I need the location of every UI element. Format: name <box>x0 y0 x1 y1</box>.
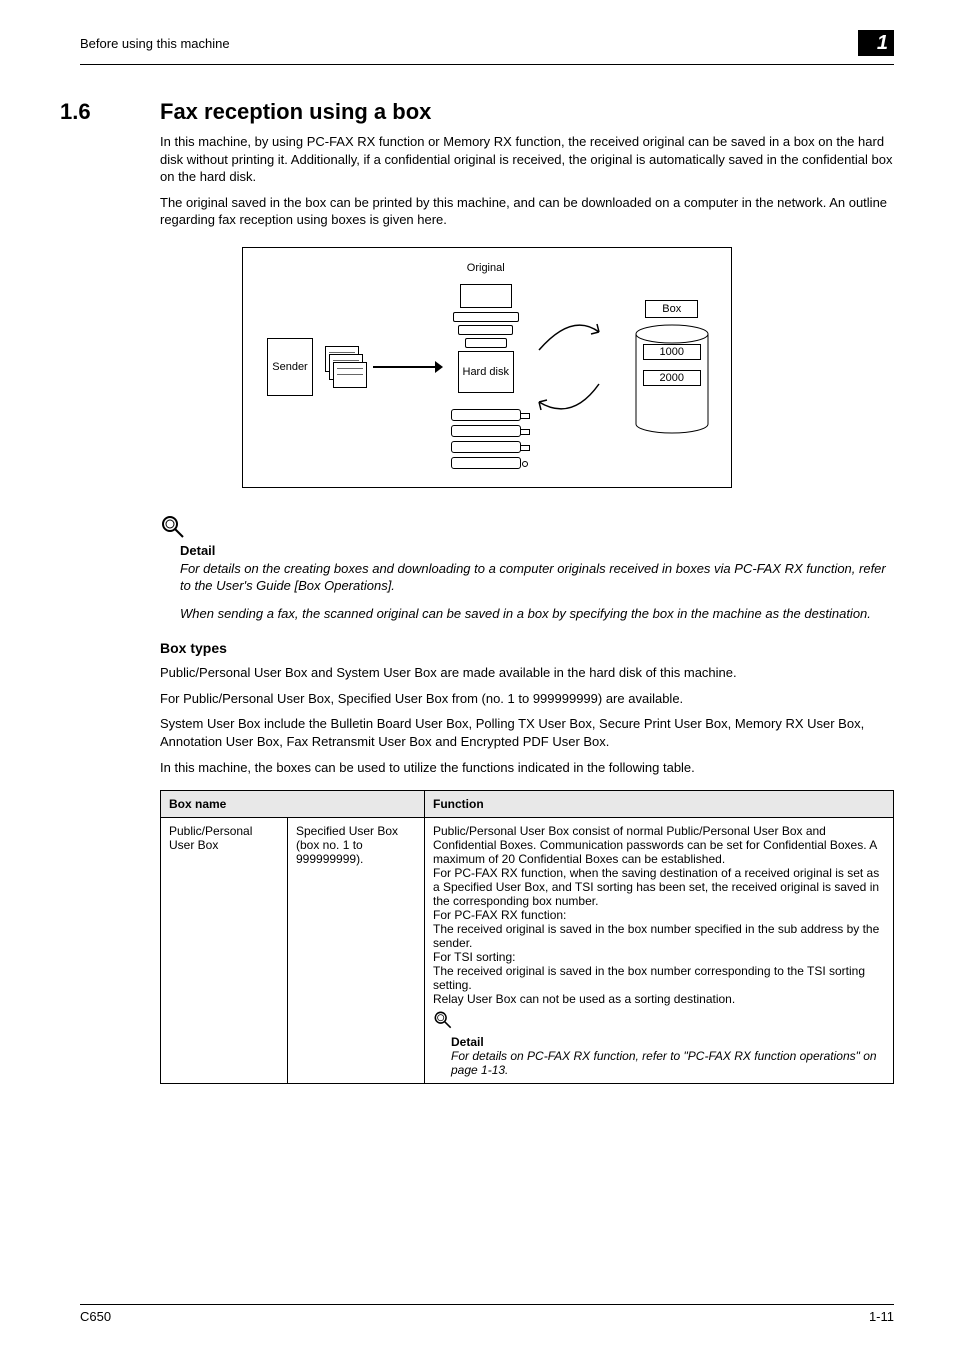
diagram-original-label: Original <box>467 262 505 274</box>
box-types-heading: Box types <box>160 640 894 656</box>
database-cylinder-icon: 1000 2000 <box>635 324 709 434</box>
footer-left: C650 <box>80 1309 111 1324</box>
flow-diagram: Sender Original Hard disk <box>80 247 894 488</box>
func-line-5: The received original is saved in the bo… <box>433 964 885 992</box>
table-header-boxname: Box name <box>161 791 425 818</box>
func-line-6: Relay User Box can not be used as a sort… <box>433 992 885 1006</box>
printer-icon <box>451 409 521 473</box>
chapter-number-badge: 1 <box>858 30 894 56</box>
diagram-box-label: Box <box>645 300 698 318</box>
func-line-0: Public/Personal User Box consist of norm… <box>433 824 885 866</box>
original-document-icon <box>325 346 365 388</box>
func-line-4: For TSI sorting: <box>433 950 885 964</box>
diagram-sender-label: Sender <box>267 338 312 396</box>
section-number: 1.6 <box>60 99 160 125</box>
box-types-p3: System User Box include the Bulletin Boa… <box>160 715 894 750</box>
diagram-hard-disk-label: Hard disk <box>458 351 514 393</box>
section-heading: 1.6 Fax reception using a box <box>80 99 894 125</box>
running-header: Before using this machine 1 <box>80 36 894 65</box>
page-footer: C650 1-11 <box>80 1304 894 1324</box>
func-line-1: For PC-FAX RX function, when the saving … <box>433 866 885 908</box>
magnifier-icon <box>433 1010 453 1033</box>
intro-p1: In this machine, by using PC-FAX RX func… <box>160 133 894 186</box>
box-id-1: 1000 <box>643 344 701 360</box>
box-types-p1: Public/Personal User Box and System User… <box>160 664 894 682</box>
cell-box-name: Public/Personal User Box <box>161 818 288 1084</box>
box-types-table: Box name Function Public/Personal User B… <box>160 790 894 1084</box>
magnifier-icon <box>160 514 186 543</box>
detail-heading: Detail <box>180 543 894 558</box>
footer-right: 1-11 <box>869 1309 894 1324</box>
arrow-right-icon <box>373 361 443 373</box>
cell-function: Public/Personal User Box consist of norm… <box>425 818 894 1084</box>
cell-box-sub: Specified User Box (box no. 1 to 9999999… <box>288 818 425 1084</box>
box-types-p2: For Public/Personal User Box, Specified … <box>160 690 894 708</box>
cell-detail-text: For details on PC-FAX RX function, refer… <box>451 1049 885 1077</box>
table-header-function: Function <box>425 791 894 818</box>
detail-p2: When sending a fax, the scanned original… <box>180 605 894 623</box>
box-types-p4: In this machine, the boxes can be used t… <box>160 759 894 777</box>
box-id-2: 2000 <box>643 370 701 386</box>
cell-detail-heading: Detail <box>451 1035 885 1049</box>
section-title: Fax reception using a box <box>160 99 431 125</box>
intro-paragraphs: In this machine, by using PC-FAX RX func… <box>160 133 894 229</box>
box-types-paragraphs: Public/Personal User Box and System User… <box>160 664 894 776</box>
table-header-row: Box name Function <box>161 791 894 818</box>
running-head-text: Before using this machine <box>80 36 230 51</box>
detail-note: Detail For details on the creating boxes… <box>160 514 894 623</box>
detail-p1: For details on the creating boxes and do… <box>180 560 894 595</box>
curved-arrow-up-icon <box>537 322 607 352</box>
table-row: Public/Personal User Box Specified User … <box>161 818 894 1084</box>
intro-p2: The original saved in the box can be pri… <box>160 194 894 229</box>
func-line-2: For PC-FAX RX function: <box>433 908 885 922</box>
func-line-3: The received original is saved in the bo… <box>433 922 885 950</box>
scanner-icon <box>453 284 519 351</box>
curved-arrow-down-icon <box>537 382 607 412</box>
